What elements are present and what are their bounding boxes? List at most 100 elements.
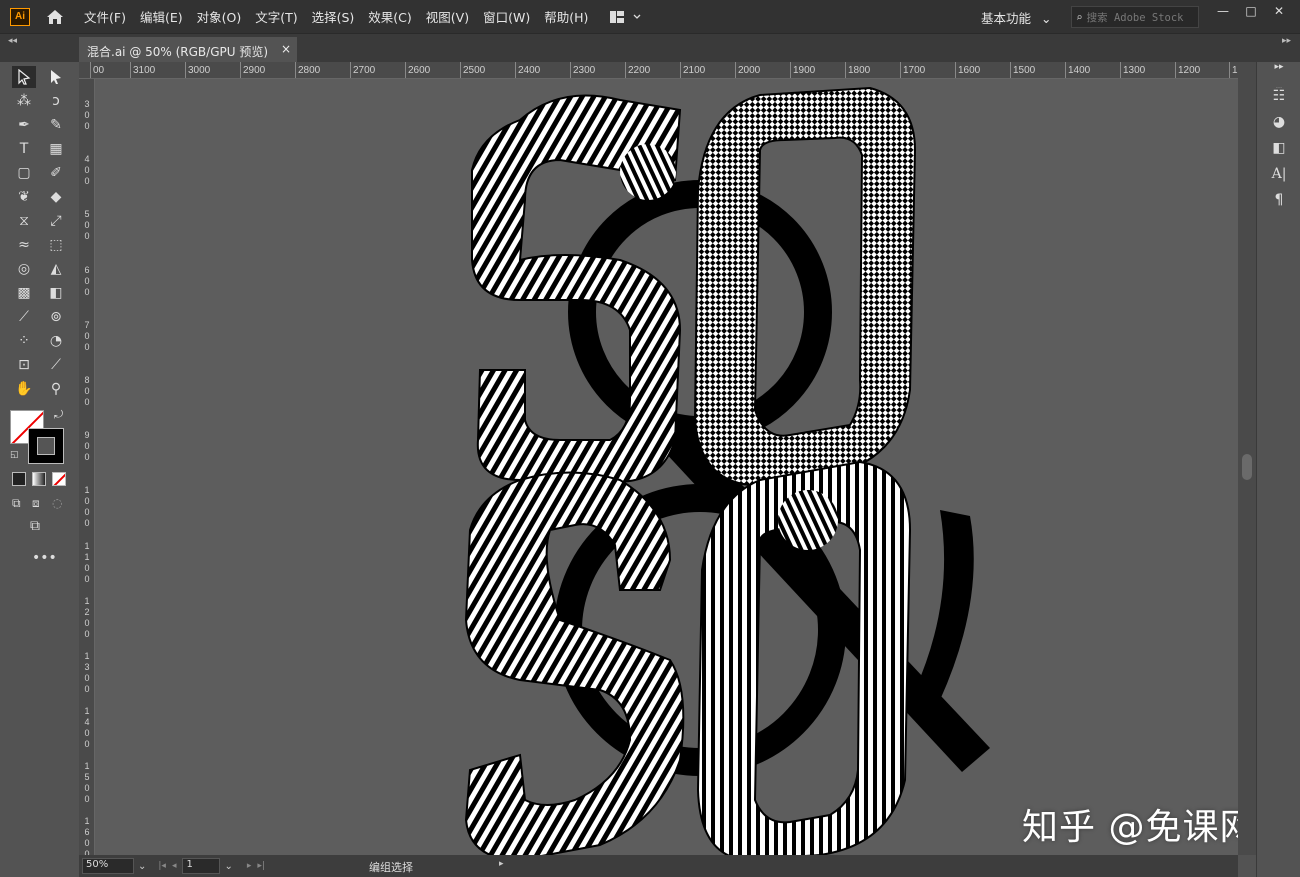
ruler-tick-label: 3000 [188,65,211,76]
watermark: 知乎 @免课网 [1022,807,1257,848]
hand-tool-icon[interactable]: ✋ [12,378,36,400]
ruler-tick-label: 2100 [683,65,706,76]
eyedropper-icon[interactable]: ⟋ [12,306,36,328]
menu-item[interactable]: 选择(S) [312,7,355,26]
close-window-button[interactable]: ✕ [1268,4,1290,20]
shape-builder-icon[interactable]: ◎ [12,258,36,280]
vertical-ruler[interactable]: 3 0 0 4 0 0 5 0 0 6 0 0 7 0 0 8 0 0 9 0 0 1 0 0… [79,79,95,859]
menu-item[interactable]: 文字(T) [255,7,297,26]
menu-item[interactable]: 窗口(W) [483,7,530,26]
stroke-swatch[interactable] [28,428,64,464]
character-panel-icon[interactable]: A| [1268,166,1290,188]
type-tool-icon[interactable]: T [12,138,36,160]
symbol-sprayer-icon[interactable]: ⁘ [12,330,36,352]
next-artboard-icon[interactable]: ▸ [247,861,252,871]
artwork-radial-cap-top[interactable] [620,144,676,200]
curvature-tool-icon[interactable]: ✎ [44,114,68,136]
draw-normal-icon[interactable]: ⧉ [12,496,21,511]
slice-tool-icon[interactable]: ⟋ [44,354,68,376]
artwork-digit-5-bottom[interactable] [464,471,685,856]
draw-inside-icon[interactable]: ◌ [52,496,62,510]
gradient-mode-icon[interactable] [32,472,46,486]
mesh-tool-icon[interactable]: ▩ [12,282,36,304]
chevron-down-icon[interactable]: ⌄ [224,861,232,872]
warp-tool-icon[interactable]: ≈ [12,234,36,256]
document-tab[interactable]: 混合.ai @ 50% (RGB/GPU 预览) × [79,37,297,62]
properties-panel-icon[interactable]: ☷ [1268,88,1290,110]
gradient-tool-icon[interactable]: ◧ [44,282,68,304]
stock-search-placeholder: 搜索 Adobe Stock [1086,11,1184,24]
grid-tool-icon[interactable]: ▦ [44,138,68,160]
ruler-tick-label: 2900 [243,65,266,76]
blend-tool-icon[interactable]: ⊚ [44,306,68,328]
ruler-tick-label: 2000 [738,65,761,76]
none-mode-icon[interactable] [52,472,66,486]
scale-tool-icon[interactable]: ⤢ [44,210,68,232]
chevron-down-icon[interactable]: ⌄ [138,861,146,872]
horizontal-ruler[interactable]: 00 3100 3000 2900 2800 2700 2600 2500 2400 2300 22… [79,62,1238,79]
artboard-number-field[interactable]: 1 [182,858,221,874]
ruler-tick-label: 1 [1232,65,1238,76]
graph-tool-icon[interactable]: ◔ [44,330,68,352]
blob-brush-icon[interactable]: ❦ [12,186,36,208]
ruler-tick-label: 9 0 0 [84,430,90,462]
default-colors-icon[interactable]: ◱ [10,450,19,460]
ruler-tick [900,62,901,78]
menu-item[interactable]: 视图(V) [426,7,469,26]
color-mode-icon[interactable] [12,472,26,486]
chevron-down-icon: ⌄ [1041,11,1052,26]
pen-tool-icon[interactable]: ✒ [12,114,36,136]
menu-item[interactable]: 编辑(E) [140,7,183,26]
ruler-tick [130,62,131,78]
direct-selection-tool-icon[interactable] [44,66,68,88]
magic-wand-icon[interactable]: ⁂ [12,90,36,112]
collapse-right-icon[interactable]: ▸▸ [1282,36,1291,46]
workspace-layout-icon[interactable] [608,7,642,27]
first-artboard-icon[interactable]: |◂ [158,861,166,871]
last-artboard-icon[interactable]: ▸| [257,861,265,871]
ruler-tick [185,62,186,78]
swap-fill-stroke-icon[interactable]: ⤾ [54,408,63,422]
vertical-scroll-thumb[interactable] [1242,454,1252,480]
eraser-tool-icon[interactable]: ◆ [44,186,68,208]
lasso-icon[interactable]: ↄ [44,90,68,112]
shaper-tool-icon[interactable]: ✐ [44,162,68,184]
more-tools-icon[interactable]: ••• [32,550,57,566]
reflect-tool-icon[interactable]: ⧖ [12,210,36,232]
ruler-tick [405,62,406,78]
draw-behind-icon[interactable]: ⧈ [32,496,40,511]
close-tab-icon[interactable]: × [281,42,291,56]
minimize-button[interactable]: — [1212,4,1234,20]
artboard-tool-icon[interactable]: ⊡ [12,354,36,376]
menu-item[interactable]: 效果(C) [368,7,411,26]
selection-tool-icon[interactable] [12,66,36,88]
paragraph-panel-icon[interactable]: ¶ [1268,192,1290,214]
artwork-radial-cap-bottom[interactable] [778,490,838,550]
ruler-tick [1065,62,1066,78]
artwork[interactable] [95,79,1238,855]
status-menu-arrow-icon[interactable]: ▸ [499,859,504,869]
ruler-tick [515,62,516,78]
ruler-tick-label: 2700 [353,65,376,76]
free-transform-icon[interactable]: ⬚ [44,234,68,256]
screen-mode-icon[interactable]: ⧉ [30,518,40,534]
workspace-switcher[interactable]: 基本功能 ⌄ [981,8,1052,27]
collapse-left-icon[interactable]: ◂◂ [8,36,17,46]
menu-item[interactable]: 文件(F) [84,7,126,26]
vertical-scrollbar[interactable] [1238,62,1256,855]
home-icon[interactable] [44,7,66,27]
zoom-tool-icon[interactable]: ⚲ [44,378,68,400]
background-arc-right[interactable] [915,510,974,700]
tool-status-text[interactable]: 编组选择 [369,859,413,875]
menu-item[interactable]: 帮助(H) [544,7,588,26]
previous-artboard-icon[interactable]: ◂ [172,861,177,871]
zoom-level-field[interactable]: 50% [82,858,134,874]
rectangle-tool-icon[interactable]: ▢ [12,162,36,184]
stock-search-input[interactable]: ⌕ 搜索 Adobe Stock [1071,6,1199,28]
color-palette-icon[interactable]: ◕ [1268,114,1290,136]
maximize-button[interactable]: □ [1240,4,1262,20]
gradient-panel-icon[interactable]: ◧ [1268,140,1290,162]
artboard-canvas[interactable] [95,79,1238,855]
perspective-grid-icon[interactable]: ◭ [44,258,68,280]
menu-item[interactable]: 对象(O) [197,7,242,26]
